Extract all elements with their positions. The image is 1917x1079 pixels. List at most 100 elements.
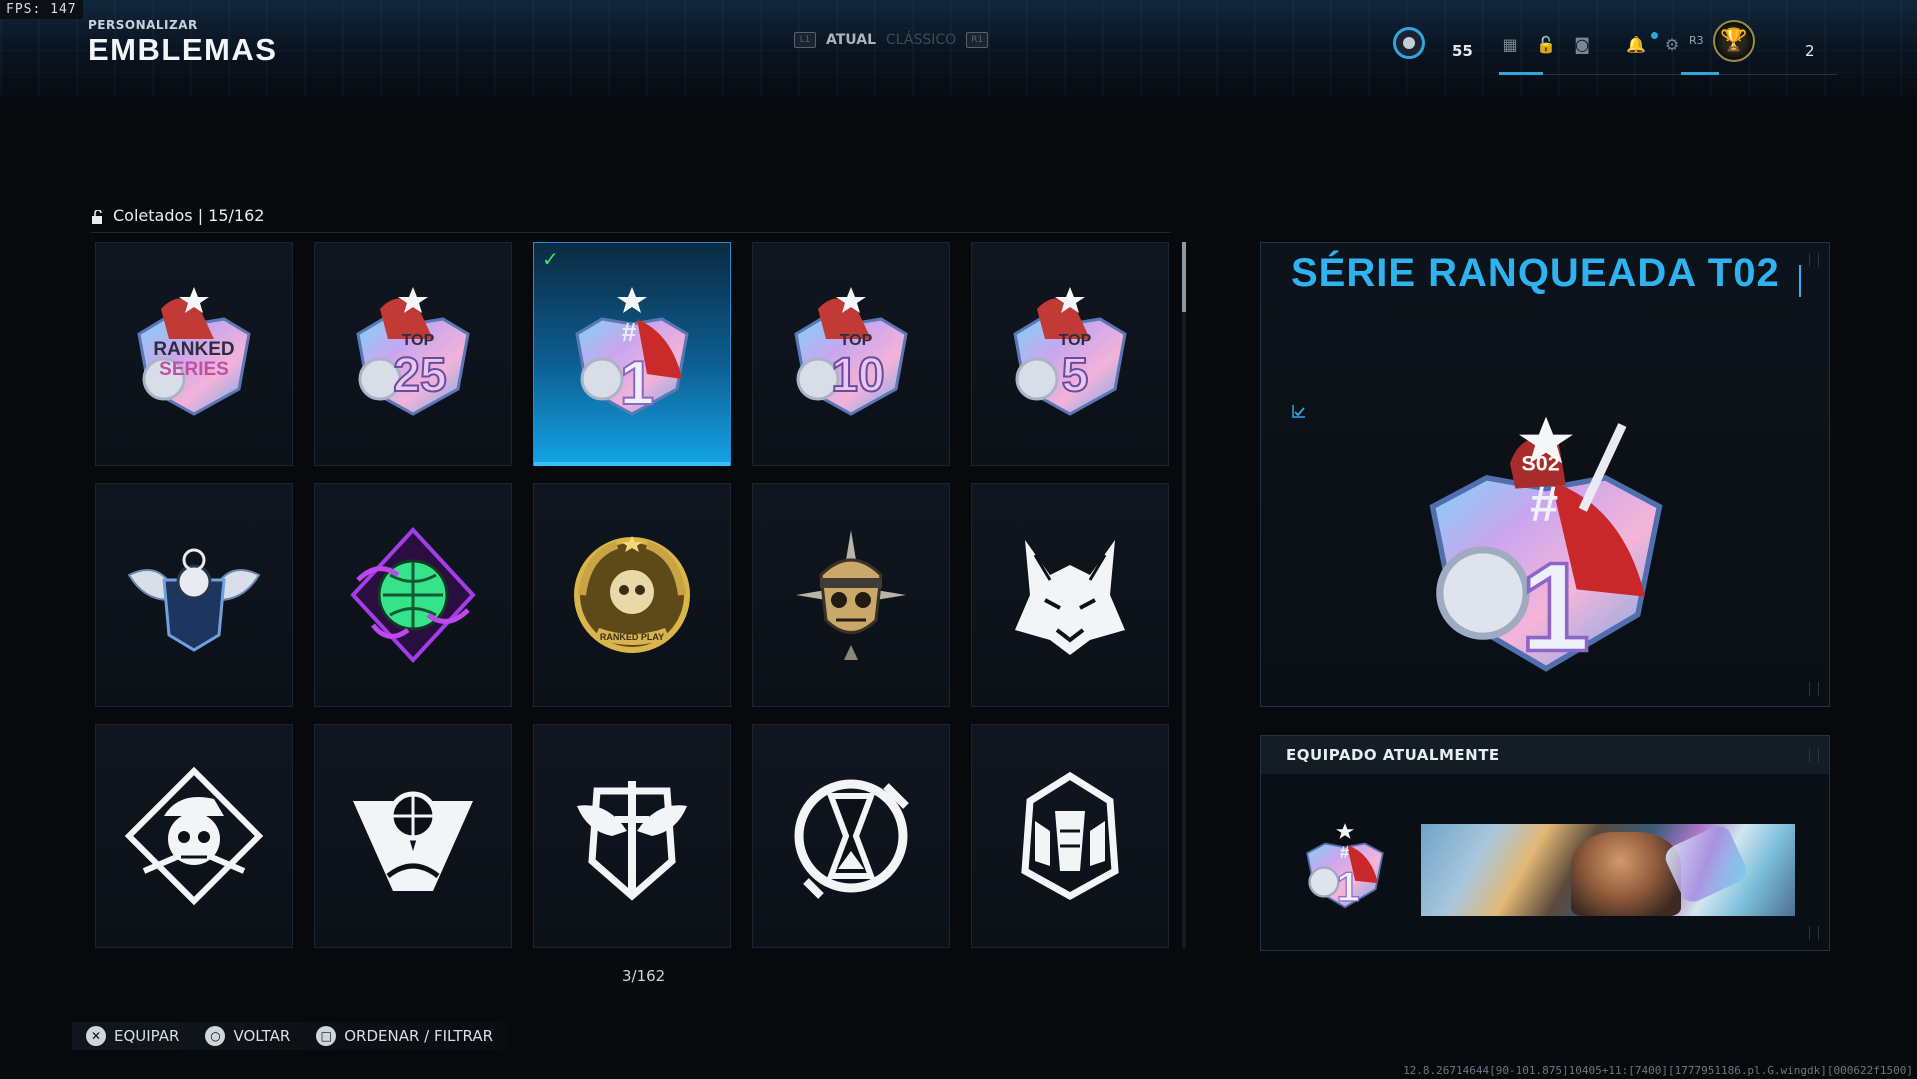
back-prompt[interactable]: ○ VOLTAR <box>205 1026 290 1046</box>
wolf-head-emblem-icon <box>1015 540 1125 655</box>
button-prompts: ✕ EQUIPAR ○ VOLTAR □ ORDENAR / FILTRAR <box>72 1022 508 1050</box>
emblem-tile-skull-beret[interactable] <box>95 724 293 948</box>
fps-counter: FPS: 147 <box>0 0 83 19</box>
grid-scrollbar[interactable] <box>1182 242 1186 948</box>
header-background <box>0 0 1917 110</box>
svg-text:TOP: TOP <box>840 332 873 349</box>
camera-icon[interactable]: ◙ <box>1571 36 1593 54</box>
emblem-detail-panel: SÉRIE RANQUEADA T02 S02 # 1 <box>1260 242 1830 707</box>
equipped-emblem-icon[interactable]: # 1 <box>1297 822 1393 912</box>
svg-text:#: # <box>1340 843 1350 862</box>
svg-text:TOP: TOP <box>1059 332 1092 349</box>
gold-skull-emblem-icon: RANKED PLAY <box>574 536 690 653</box>
number-1-large-emblem-icon: S02 # 1 <box>1429 416 1663 679</box>
emblem-tile-pharaoh-helmet[interactable] <box>971 724 1169 948</box>
panel-corner-mark <box>1809 682 1819 696</box>
back-label: VOLTAR <box>233 1027 291 1045</box>
page-title: EMBLEMAS <box>88 32 278 67</box>
notification-dot <box>1651 32 1658 39</box>
mode-switch[interactable]: L1 ATUAL CLÁSSICO R1 <box>794 32 989 48</box>
emblem-tile-ranked-series[interactable]: RANKED SERIES <box>95 242 293 466</box>
svg-text:1: 1 <box>1336 863 1359 910</box>
sort-filter-label: ORDENAR / FILTRAR <box>344 1027 494 1045</box>
pharaoh-helmet-emblem-icon <box>1021 771 1119 901</box>
number-1-emblem-icon: # 1 <box>575 287 689 419</box>
collection-divider <box>91 232 1171 233</box>
top-5-emblem-icon: TOP 5 <box>1013 287 1127 416</box>
cross-button-icon: ✕ <box>86 1026 106 1046</box>
player-count: 2 <box>1805 42 1815 60</box>
emblem-tile-hourglass[interactable] <box>752 724 950 948</box>
top-10-emblem-icon: TOP 10 <box>794 287 908 416</box>
equip-label: EQUIPAR <box>114 1027 180 1045</box>
page-subtitle: PERSONALIZAR <box>88 18 198 32</box>
equipped-calling-card[interactable] <box>1421 824 1795 916</box>
hud-tab-indicator <box>1499 72 1543 75</box>
spiked-skull-emblem-icon <box>796 530 906 660</box>
circle-button-icon: ○ <box>205 1026 226 1046</box>
currency-value: 55 <box>1452 42 1473 60</box>
emblem-tile-green-globe[interactable] <box>314 483 512 707</box>
l1-key-icon[interactable]: L1 <box>794 32 816 48</box>
ranked-series-emblem-icon: RANKED SERIES <box>137 287 251 416</box>
unlock-icon[interactable]: 🔓 <box>1535 36 1557 54</box>
svg-text:RANKED PLAY: RANKED PLAY <box>600 632 664 642</box>
collection-summary: Coletados | 15/162 <box>91 206 264 225</box>
emblem-detail-title: SÉRIE RANQUEADA T02 <box>1291 251 1780 295</box>
svg-text:5: 5 <box>1062 349 1089 402</box>
svg-text:10: 10 <box>831 349 884 402</box>
svg-text:25: 25 <box>393 349 446 402</box>
emblem-tile-top-5[interactable]: TOP 5 <box>971 242 1169 466</box>
svg-text:SERIES: SERIES <box>159 359 229 380</box>
mode-tab-atual[interactable]: ATUAL <box>826 32 876 48</box>
unlock-icon <box>91 208 105 224</box>
hud-divider <box>1499 74 1837 75</box>
emblem-tile-globe-v[interactable] <box>314 724 512 948</box>
build-info: 12.8.26714644[90-101.875]10405+11:[7400]… <box>1403 1064 1913 1077</box>
emblem-tile-top-25[interactable]: TOP 25 <box>314 242 512 466</box>
scrollbar-thumb[interactable] <box>1182 242 1186 312</box>
winged-sword-emblem-icon <box>577 781 687 901</box>
hourglass-emblem-icon <box>794 779 909 899</box>
mode-tab-classico[interactable]: CLÁSSICO <box>886 32 956 48</box>
emblem-tile-number-1[interactable]: ✓ # 1 <box>533 242 731 466</box>
gear-icon[interactable]: ⚙ <box>1661 36 1683 54</box>
equipped-panel: EQUIPADO ATUALMENTE # 1 <box>1260 735 1830 951</box>
emblem-tile-wolf-head[interactable] <box>971 483 1169 707</box>
currency-icon <box>1393 27 1425 59</box>
svg-text:#: # <box>1530 475 1558 532</box>
svg-text:RANKED: RANKED <box>153 339 234 360</box>
winged-angel-emblem-icon <box>127 548 261 652</box>
emblem-tile-top-10[interactable]: TOP 10 <box>752 242 950 466</box>
bell-icon[interactable]: 🔔 <box>1625 36 1647 54</box>
square-button-icon: □ <box>316 1026 337 1046</box>
panel-corner-mark <box>1809 748 1819 762</box>
collection-label: Coletados | 15/162 <box>113 206 265 225</box>
emblem-tile-winged-angel[interactable] <box>95 483 293 707</box>
emblem-tile-spiked-skull[interactable] <box>752 483 950 707</box>
grid-position: 3/162 <box>622 967 666 985</box>
calling-card-figure <box>1571 832 1681 916</box>
equip-prompt[interactable]: ✕ EQUIPAR <box>86 1026 179 1046</box>
svg-text:1: 1 <box>620 349 654 418</box>
panel-corner-mark <box>1809 926 1819 940</box>
globe-v-emblem-icon <box>353 791 473 891</box>
hud-spacer <box>1607 36 1611 54</box>
emblem-tile-gold-skull[interactable]: RANKED PLAY <box>533 483 731 707</box>
grid-menu-icon[interactable]: ▦ <box>1499 36 1521 54</box>
skull-beret-emblem-icon <box>124 766 264 906</box>
green-globe-emblem-icon <box>350 527 476 663</box>
equipped-check-icon <box>1291 403 1307 419</box>
svg-text:S02: S02 <box>1521 451 1559 476</box>
emblem-tile-winged-sword[interactable] <box>533 724 731 948</box>
top-25-emblem-icon: TOP 25 <box>356 287 470 416</box>
trophy-icon[interactable]: 🏆 <box>1713 20 1755 62</box>
equipped-header: EQUIPADO ATUALMENTE <box>1261 736 1829 774</box>
sort-filter-prompt[interactable]: □ ORDENAR / FILTRAR <box>316 1026 493 1046</box>
hud-settings-indicator <box>1681 72 1719 75</box>
svg-text:#: # <box>622 317 637 347</box>
page-header: PERSONALIZAR EMBLEMAS <box>88 18 277 68</box>
equipped-check-icon: ✓ <box>542 247 559 271</box>
r1-key-icon[interactable]: R1 <box>966 32 989 48</box>
svg-text:TOP: TOP <box>402 332 435 349</box>
